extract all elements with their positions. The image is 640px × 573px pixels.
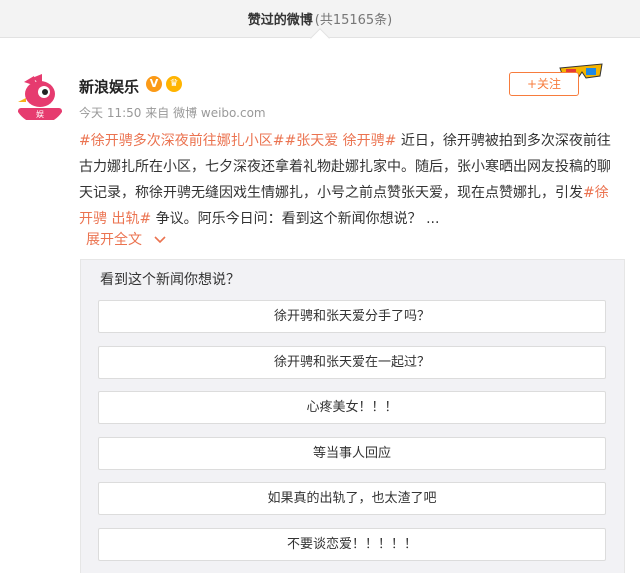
- poll-option[interactable]: 等当事人回应: [98, 437, 606, 470]
- verified-icon: V: [146, 76, 162, 92]
- post-source[interactable]: 微博 weibo.com: [173, 106, 266, 120]
- poll-card: 看到这个新闻你想说？ 徐开骋和张天爱分手了吗？ 徐开骋和张天爱在一起过？ 心疼美…: [80, 259, 625, 573]
- chevron-down-icon: [154, 236, 167, 244]
- topic-link[interactable]: #张天爱 徐开骋#: [284, 133, 396, 149]
- topic-link[interactable]: #徐开骋多次深夜前往娜扎小区#: [79, 133, 284, 149]
- poll-option[interactable]: 徐开骋和张天爱在一起过？: [98, 346, 606, 379]
- poll-option[interactable]: 不要谈恋爱！！！！！: [98, 528, 606, 561]
- poll-option[interactable]: 如果真的出轨了，也太渣了吧: [98, 482, 606, 515]
- page-title: 赞过的微博: [247, 13, 313, 28]
- sina-ent-logo-icon: 娱: [14, 72, 66, 124]
- svg-text:娱: 娱: [36, 110, 44, 119]
- post-meta: 今天 11:50 来自 微博 weibo.com: [79, 104, 266, 121]
- post-text: #徐开骋多次深夜前往娜扎小区##张天爱 徐开骋# 近日，徐开骋被拍到多次深夜前往…: [79, 128, 619, 232]
- poll-question: 看到这个新闻你想说？: [100, 272, 240, 288]
- poll-option[interactable]: 心疼美女！！！: [98, 391, 606, 424]
- post-time[interactable]: 今天 11:50: [79, 106, 141, 120]
- expand-label: 展开全文: [86, 232, 142, 248]
- post-text-segment: 争议。阿乐今日问：看到这个新闻你想说？ ...: [151, 211, 440, 227]
- expand-full-text-button[interactable]: 展开全文: [86, 229, 167, 249]
- avatar[interactable]: 娱: [14, 72, 66, 124]
- source-prefix: 来自: [145, 106, 170, 120]
- poll-option[interactable]: 徐开骋和张天爱分手了吗？: [98, 300, 606, 333]
- author-name[interactable]: 新浪娱乐: [79, 76, 139, 97]
- follow-button[interactable]: +关注: [509, 72, 579, 96]
- vip-crown-icon: ♛: [166, 76, 182, 92]
- liked-count: (共15165条): [314, 13, 393, 28]
